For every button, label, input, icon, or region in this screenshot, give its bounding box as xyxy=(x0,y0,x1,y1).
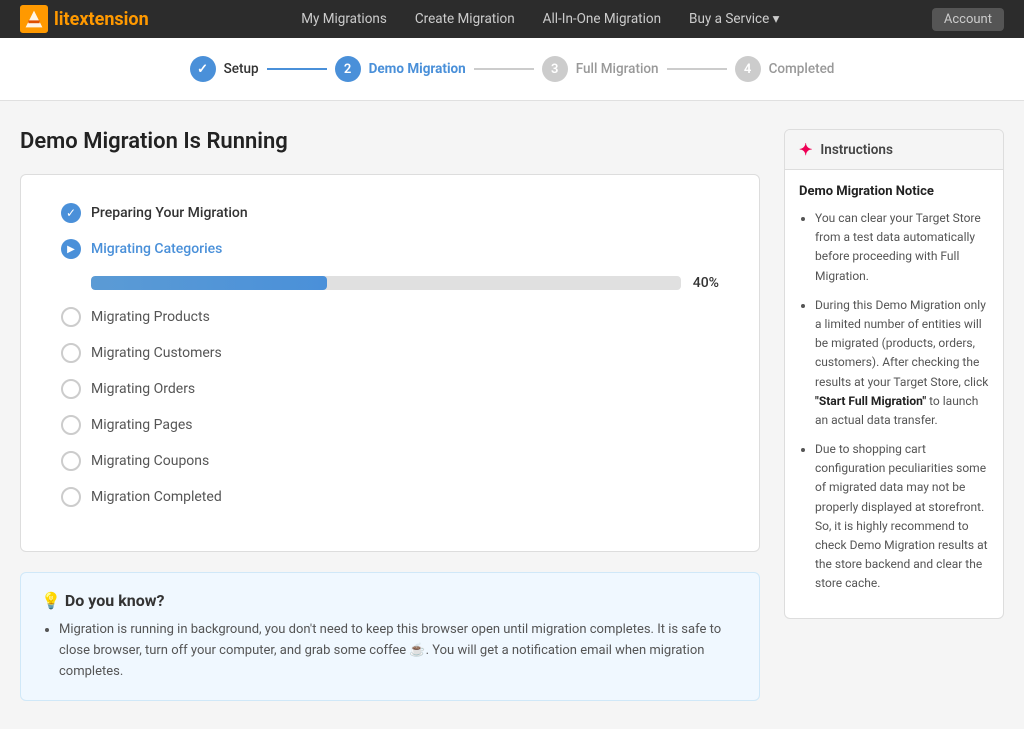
progress-bar-bg xyxy=(91,276,681,290)
step-3-label: Full Migration xyxy=(576,61,659,77)
step-3-circle: 3 xyxy=(542,56,568,82)
nav-all-in-one[interactable]: All-In-One Migration xyxy=(543,11,661,27)
instructions-item-1: During this Demo Migration only a limite… xyxy=(815,296,989,430)
step-demo-migration: 2 Demo Migration xyxy=(335,56,466,82)
mig-step-preparing: ✓ Preparing Your Migration xyxy=(61,203,719,223)
step-4-circle: 4 xyxy=(735,56,761,82)
connector-3 xyxy=(667,68,727,70)
step-1-circle: ✓ xyxy=(190,56,216,82)
step-1-label: Setup xyxy=(224,61,259,77)
progress-bar-fill xyxy=(91,276,327,290)
mig-empty-icon-4 xyxy=(61,379,81,399)
instructions-item-0: You can clear your Target Store from a t… xyxy=(815,209,989,286)
account-button[interactable]: Account xyxy=(932,8,1004,31)
mig-step-pages: Migrating Pages xyxy=(61,415,719,435)
navbar: litextension My Migrations Create Migrat… xyxy=(0,0,1024,38)
step-4-label: Completed xyxy=(769,61,835,77)
mig-empty-icon-2 xyxy=(61,307,81,327)
step-setup: ✓ Setup xyxy=(190,56,259,82)
instructions-item-2: Due to shopping cart configuration pecul… xyxy=(815,440,989,594)
nav-buy-service[interactable]: Buy a Service ▾ xyxy=(689,11,779,27)
content-area: Demo Migration Is Running ✓ Preparing Yo… xyxy=(20,129,760,701)
mig-label-4: Migrating Orders xyxy=(91,381,195,397)
mig-label-1: Migrating Categories xyxy=(91,241,222,257)
instructions-icon: ✦ xyxy=(799,140,812,159)
did-you-know-box: 💡 Do you know? Migration is running in b… xyxy=(20,572,760,701)
mig-label-6: Migrating Coupons xyxy=(91,453,209,469)
step-completed: 4 Completed xyxy=(735,56,835,82)
mig-label-2: Migrating Products xyxy=(91,309,210,325)
step-full-migration: 3 Full Migration xyxy=(542,56,659,82)
nav-create-migration[interactable]: Create Migration xyxy=(415,11,515,27)
stepper: ✓ Setup 2 Demo Migration 3 Full Migratio… xyxy=(0,38,1024,101)
brand-logo-link[interactable]: litextension xyxy=(20,5,149,33)
brand-logo-icon xyxy=(20,5,48,33)
mig-empty-icon-5 xyxy=(61,415,81,435)
mig-label-3: Migrating Customers xyxy=(91,345,222,361)
mig-label-5: Migrating Pages xyxy=(91,417,193,433)
instructions-list: You can clear your Target Store from a t… xyxy=(799,209,989,594)
mig-label-0: Preparing Your Migration xyxy=(91,205,248,221)
instructions-header: ✦ Instructions xyxy=(785,130,1003,170)
connector-1 xyxy=(267,68,327,70)
notice-title: Demo Migration Notice xyxy=(799,184,989,199)
mig-step-coupons: Migrating Coupons xyxy=(61,451,719,471)
dyk-title: 💡 Do you know? xyxy=(41,591,739,610)
nav-my-migrations[interactable]: My Migrations xyxy=(301,11,387,27)
mig-empty-icon-7 xyxy=(61,487,81,507)
mig-label-7: Migration Completed xyxy=(91,489,222,505)
step-2-circle: 2 xyxy=(335,56,361,82)
dyk-item-1: Migration is running in background, you … xyxy=(59,620,739,682)
mig-step-customers: Migrating Customers xyxy=(61,343,719,363)
mig-done-icon-0: ✓ xyxy=(61,203,81,223)
instructions-box: ✦ Instructions Demo Migration Notice You… xyxy=(784,129,1004,619)
mig-step-products: Migrating Products xyxy=(61,307,719,327)
mig-step-categories: ▶ Migrating Categories xyxy=(61,239,719,259)
page-title: Demo Migration Is Running xyxy=(20,129,760,154)
dyk-text: Migration is running in background, you … xyxy=(41,620,739,682)
main-layout: Demo Migration Is Running ✓ Preparing Yo… xyxy=(0,101,1024,729)
mig-active-icon-1: ▶ xyxy=(61,239,81,259)
sidebar: ✦ Instructions Demo Migration Notice You… xyxy=(784,129,1004,619)
progress-percent: 40% xyxy=(693,275,719,291)
instructions-body: Demo Migration Notice You can clear your… xyxy=(785,170,1003,618)
mig-empty-icon-6 xyxy=(61,451,81,471)
instructions-title: Instructions xyxy=(820,142,893,158)
progress-row: 40% xyxy=(91,275,719,291)
nav-links: My Migrations Create Migration All-In-On… xyxy=(179,11,902,27)
mig-step-completed: Migration Completed xyxy=(61,487,719,507)
mig-step-orders: Migrating Orders xyxy=(61,379,719,399)
mig-empty-icon-3 xyxy=(61,343,81,363)
brand-name: litextension xyxy=(54,9,149,30)
connector-2 xyxy=(474,68,534,70)
migration-box: ✓ Preparing Your Migration ▶ Migrating C… xyxy=(20,174,760,552)
step-2-label: Demo Migration xyxy=(369,61,466,77)
